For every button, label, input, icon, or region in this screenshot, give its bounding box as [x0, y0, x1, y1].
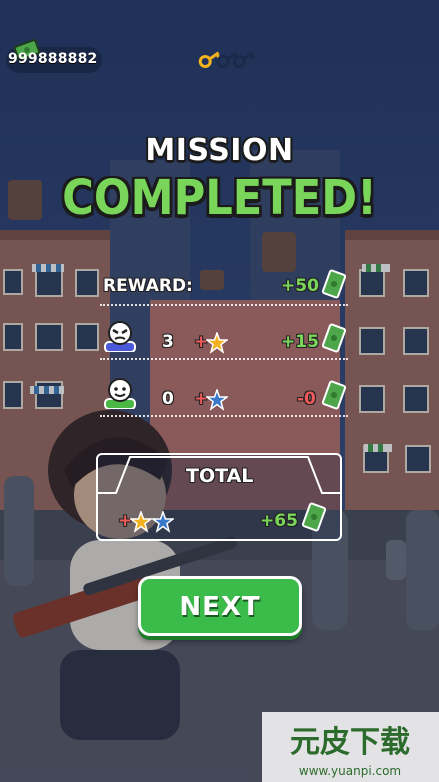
reward-row: REWARD: +50 — [100, 266, 348, 306]
blue-star-icon — [206, 389, 228, 411]
total-amount: +65 — [260, 511, 298, 531]
reward-amount: +50 — [281, 276, 319, 296]
cash-bill-icon — [302, 502, 327, 532]
next-button[interactable]: NEXT — [138, 576, 302, 636]
cash-bill-icon — [322, 323, 347, 353]
cash-counter: 999888882 — [6, 39, 102, 73]
next-button-label: NEXT — [179, 592, 261, 622]
total-label: TOTAL — [186, 465, 254, 487]
key-icon — [232, 51, 255, 69]
cash-bill-icon — [322, 269, 347, 299]
keys-progress — [198, 51, 255, 69]
civilian-amount: -0 — [297, 389, 316, 409]
enemy-face-icon — [104, 321, 136, 352]
watermark-url: www.yuanpi.com — [299, 764, 401, 778]
completed-title: COMPLETED! — [62, 170, 377, 226]
enemy-amount: +15 — [281, 332, 319, 352]
mission-title: MISSION — [145, 133, 294, 168]
civilian-count: 0 — [162, 389, 174, 409]
site-watermark: 元皮下载 www.yuanpi.com — [262, 712, 439, 782]
gold-star-icon — [206, 332, 228, 354]
cash-amount: 999888882 — [8, 51, 98, 67]
reward-label: REWARD: — [103, 276, 193, 296]
total-panel: TOTAL + +65 — [96, 453, 342, 541]
civilian-row: 0 + -0 — [100, 377, 348, 417]
enemy-count: 3 — [162, 332, 174, 352]
dotted-separator — [100, 358, 348, 360]
dotted-separator — [100, 415, 348, 417]
watermark-brand: 元皮下载 — [290, 725, 410, 760]
enemy-row: 3 + +15 — [100, 320, 348, 360]
cash-bill-icon — [322, 380, 347, 410]
civilian-face-icon — [104, 378, 136, 409]
gold-star-icon — [130, 511, 152, 533]
dotted-separator — [100, 304, 348, 306]
blue-star-icon — [152, 511, 174, 533]
